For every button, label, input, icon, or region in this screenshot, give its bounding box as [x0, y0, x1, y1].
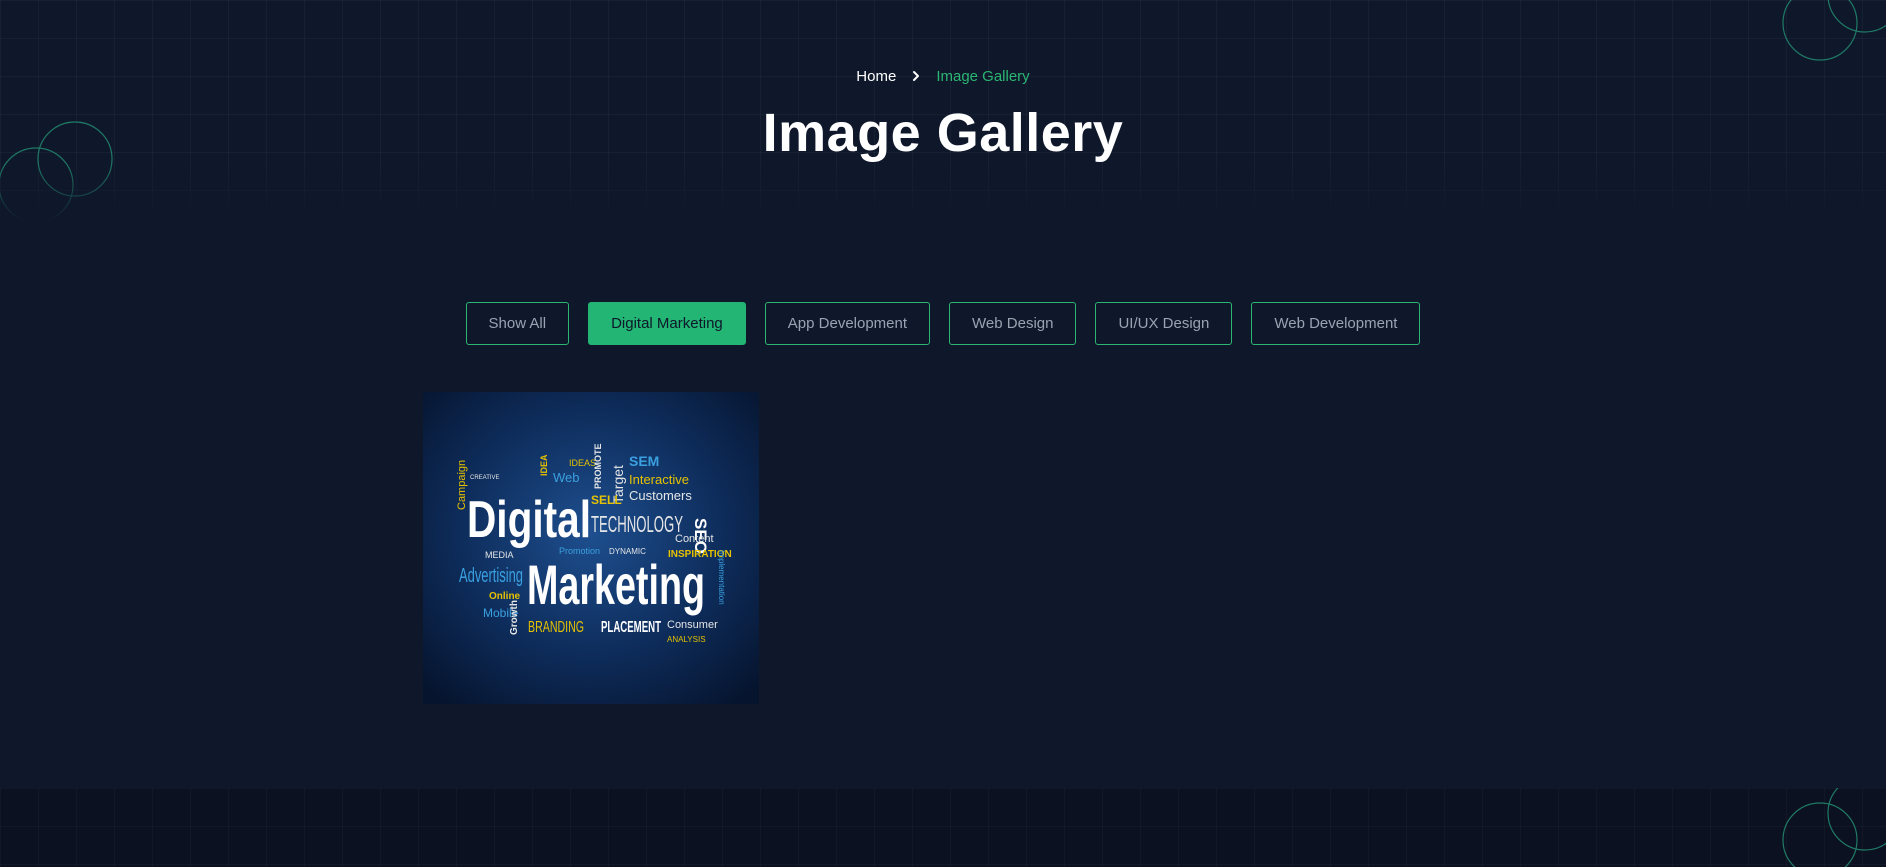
filter-show-all[interactable]: Show All: [465, 302, 570, 345]
svg-text:Digital: Digital: [467, 491, 591, 549]
svg-text:Web: Web: [553, 470, 580, 485]
svg-text:PROMOTE: PROMOTE: [593, 443, 603, 489]
svg-text:PLACEMENT: PLACEMENT: [601, 619, 661, 636]
svg-text:Marketing: Marketing: [527, 553, 705, 616]
footer: [0, 788, 1886, 867]
breadcrumb: Home Image Gallery: [0, 66, 1886, 86]
svg-text:SEM: SEM: [629, 453, 659, 469]
breadcrumb-home-link[interactable]: Home: [856, 68, 896, 85]
chevron-right-icon: [906, 66, 926, 86]
svg-text:Customers: Customers: [629, 488, 692, 503]
svg-text:Content: Content: [675, 533, 714, 545]
filter-app-development[interactable]: App Development: [764, 302, 931, 345]
svg-text:IDEA: IDEA: [539, 454, 549, 476]
svg-text:BRANDING: BRANDING: [528, 619, 584, 636]
breadcrumb-current: Image Gallery: [936, 67, 1030, 85]
svg-text:TECHNOLOGY: TECHNOLOGY: [591, 511, 683, 537]
gallery-filter-bar: Show All Digital Marketing App Developme…: [0, 302, 1886, 345]
svg-text:Consumer: Consumer: [667, 619, 718, 631]
hero-fade: [0, 162, 1886, 222]
svg-text:Growth: Growth: [509, 600, 520, 635]
page-header: Home Image Gallery Image Gallery: [0, 0, 1886, 222]
filter-ui-ux-design[interactable]: UI/UX Design: [1095, 302, 1233, 345]
svg-text:SELL: SELL: [591, 493, 622, 507]
svg-text:MEDIA: MEDIA: [485, 550, 514, 560]
digital-marketing-image: Campaign CREATIVE IDEA IDEAS Web PROMOTE…: [423, 392, 759, 704]
gallery-item[interactable]: Campaign CREATIVE IDEA IDEAS Web PROMOTE…: [423, 392, 759, 704]
svg-text:IDEAS: IDEAS: [569, 458, 596, 468]
page-title: Image Gallery: [762, 103, 1124, 163]
svg-text:Advertising: Advertising: [459, 565, 523, 587]
svg-text:Implementation: Implementation: [717, 550, 726, 605]
svg-text:Interactive: Interactive: [629, 472, 689, 487]
decorative-circles-footer: [1782, 788, 1886, 867]
filter-digital-marketing[interactable]: Digital Marketing: [588, 302, 746, 345]
svg-text:ANALYSIS: ANALYSIS: [667, 635, 706, 644]
filter-web-development[interactable]: Web Development: [1251, 302, 1421, 345]
filter-web-design[interactable]: Web Design: [949, 302, 1077, 345]
svg-text:CREATIVE: CREATIVE: [470, 475, 500, 481]
